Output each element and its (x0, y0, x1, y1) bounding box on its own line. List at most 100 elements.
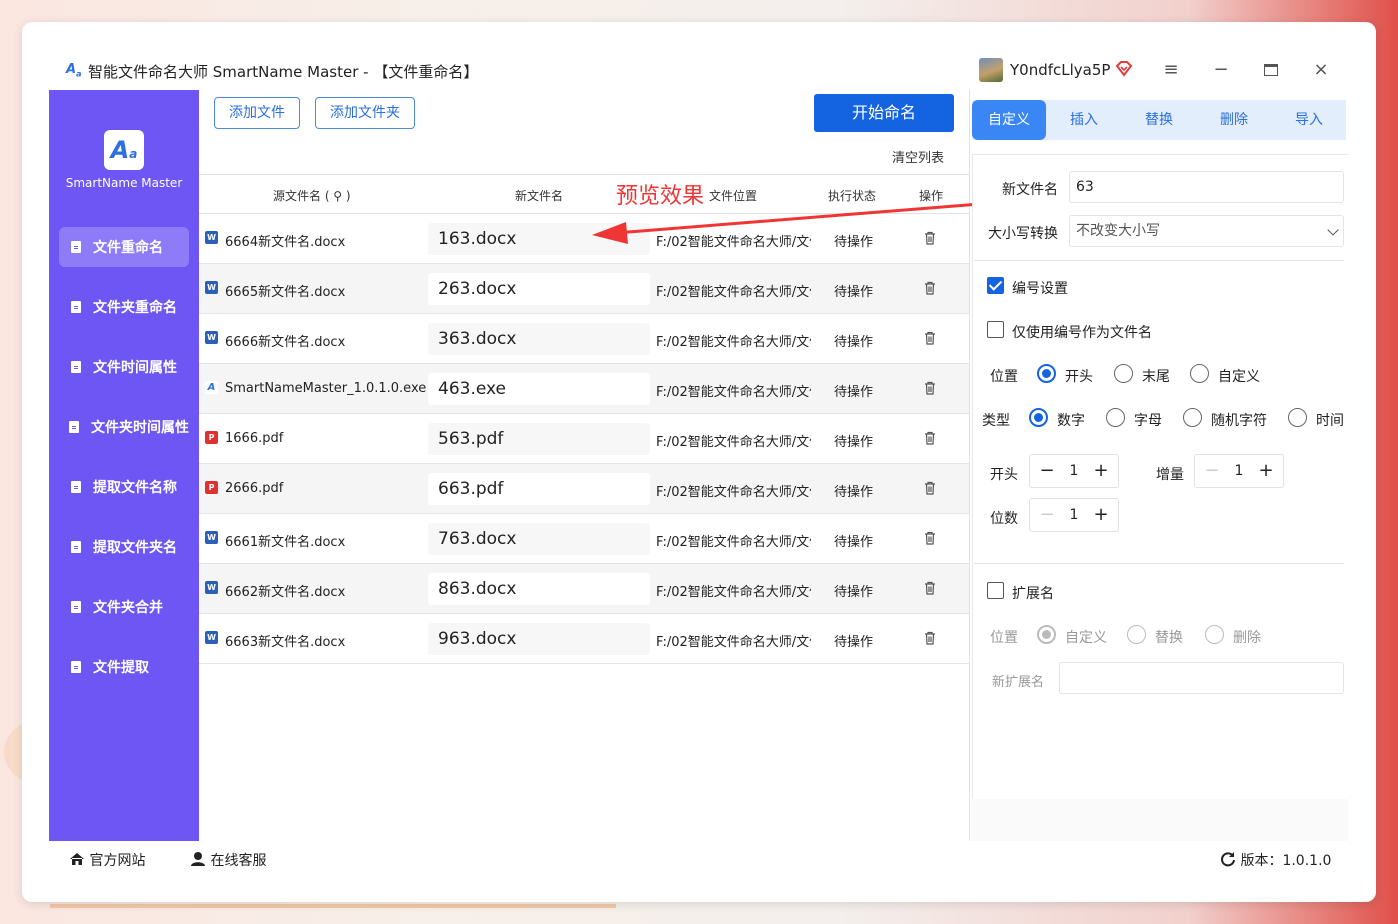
avatar[interactable] (979, 58, 1003, 82)
increment-value[interactable]: 1 (1225, 455, 1253, 487)
trash-icon[interactable] (924, 431, 936, 445)
type-random-radio[interactable] (1183, 408, 1202, 427)
header-source[interactable]: 源文件名 ( ⚲ ) (273, 187, 351, 204)
tab-delete[interactable]: 删除 (1197, 100, 1271, 140)
type-letter-radio[interactable] (1106, 408, 1125, 427)
trash-icon[interactable] (924, 281, 936, 295)
tab-replace[interactable]: 替换 (1122, 100, 1196, 140)
version-info[interactable]: 版本：1.0.1.0 (1220, 850, 1331, 870)
ext-position-delete-radio[interactable] (1205, 625, 1224, 644)
table-row[interactable]: P 1666.pdf 563.pdf F:/02智能文件命名大师/文件, 待操作 (199, 414, 969, 464)
add-folder-button[interactable]: 添加文件夹 (315, 97, 415, 129)
word-icon: W (205, 581, 218, 594)
sidebar-item-folder-merge[interactable]: 文件夹合并 (59, 587, 189, 627)
new-name-cell: 663.pdf (428, 473, 650, 505)
sidebar-item-extract-foldername[interactable]: 提取文件夹名 (59, 527, 189, 567)
table-row[interactable]: W 6662新文件名.docx 863.docx F:/02智能文件命名大师/文… (199, 564, 969, 614)
start-stepper[interactable]: − 1 + (1029, 454, 1119, 488)
location-cell: F:/02智能文件命名大师/文件, (656, 335, 811, 350)
table-row[interactable]: A SmartNameMaster_1.0.1.0.exe 463.exe F:… (199, 364, 969, 414)
status-cell: 待操作 (834, 385, 874, 400)
source-name: 6663新文件名.docx (225, 635, 346, 650)
plus-icon[interactable]: + (1086, 455, 1116, 487)
new-name-cell: 263.docx (428, 273, 650, 305)
trash-icon[interactable] (924, 631, 936, 645)
close-icon[interactable]: × (1309, 58, 1333, 82)
trash-icon[interactable] (924, 381, 936, 395)
sidebar-item-folder-time[interactable]: 文件夹时间属性 (59, 407, 189, 447)
minimize-icon[interactable]: − (1209, 58, 1233, 82)
username[interactable]: Y0ndfcLlya5P (1010, 61, 1110, 79)
ext-position-custom-radio[interactable] (1037, 625, 1056, 644)
plus-icon[interactable]: + (1251, 455, 1281, 487)
digits-stepper[interactable]: − 1 + (1029, 498, 1119, 532)
website-link[interactable]: 官方网站 (69, 850, 145, 870)
only-number-checkbox[interactable] (987, 321, 1004, 338)
sidebar-item-file-rename[interactable]: 文件重命名 (59, 227, 189, 267)
case-label: 大小写转换 (988, 226, 1058, 242)
add-file-button[interactable]: 添加文件 (214, 97, 300, 129)
position-start-radio[interactable] (1037, 364, 1056, 383)
table-row[interactable]: P 2666.pdf 663.pdf F:/02智能文件命名大师/文件, 待操作 (199, 464, 969, 514)
menu-icon[interactable]: ≡ (1159, 58, 1183, 82)
new-name-input[interactable]: 63 (1069, 171, 1344, 203)
ext-position-custom-label: 自定义 (1065, 630, 1107, 646)
clear-list-button[interactable]: 清空列表 (892, 147, 944, 166)
tab-custom[interactable]: 自定义 (972, 100, 1046, 140)
minus-icon[interactable]: − (1032, 499, 1062, 531)
type-time-radio[interactable] (1288, 408, 1307, 427)
sidebar-item-extract-filename[interactable]: 提取文件名称 (59, 467, 189, 507)
plus-icon[interactable]: + (1086, 499, 1116, 531)
type-number-radio[interactable] (1029, 408, 1048, 427)
support-link[interactable]: 在线客服 (190, 850, 266, 870)
file-icon (71, 661, 81, 673)
trash-icon[interactable] (924, 481, 936, 495)
digits-value[interactable]: 1 (1060, 499, 1088, 531)
sidebar-item-file-extract[interactable]: 文件提取 (59, 647, 189, 687)
source-name: 6666新文件名.docx (225, 335, 346, 350)
table-row[interactable]: W 6661新文件名.docx 763.docx F:/02智能文件命名大师/文… (199, 514, 969, 564)
minus-icon[interactable]: − (1032, 455, 1062, 487)
file-icon (71, 481, 81, 493)
file-icon (71, 361, 81, 373)
maximize-icon[interactable] (1259, 58, 1283, 82)
position-end-radio[interactable] (1114, 364, 1133, 383)
status-cell: 待操作 (834, 335, 874, 350)
case-select[interactable]: 不改变大小写 (1069, 215, 1344, 247)
status-cell: 待操作 (834, 485, 874, 500)
new-ext-input[interactable] (1059, 662, 1344, 694)
sidebar-item-file-time[interactable]: 文件时间属性 (59, 347, 189, 387)
background-line (50, 904, 616, 908)
source-name: 6665新文件名.docx (225, 285, 346, 300)
annotation-arrow-icon (592, 200, 1006, 244)
sidebar-item-label: 文件时间属性 (93, 360, 177, 376)
app-window: Aa 智能文件命名大师 SmartName Master - 【文件重命名】 Y… (22, 22, 1376, 902)
sidebar-item-label: 文件提取 (93, 660, 149, 676)
trash-icon[interactable] (924, 531, 936, 545)
table-row[interactable]: W 6666新文件名.docx 363.docx F:/02智能文件命名大师/文… (199, 314, 969, 364)
ext-position-replace-radio[interactable] (1127, 625, 1146, 644)
numbering-checkbox[interactable] (987, 277, 1004, 294)
start-rename-button[interactable]: 开始命名 (814, 94, 954, 132)
type-label: 类型 (982, 413, 1010, 429)
word-icon: W (205, 531, 218, 544)
trash-icon[interactable] (924, 581, 936, 595)
increment-stepper[interactable]: − 1 + (1194, 454, 1284, 488)
logo-text: SmartName Master (65, 176, 183, 190)
sidebar-item-folder-rename[interactable]: 文件夹重命名 (59, 287, 189, 327)
header-new-name: 新文件名 (515, 189, 564, 203)
file-icon (71, 541, 81, 553)
app-logo-icon: Aa (104, 130, 144, 170)
tab-import[interactable]: 导入 (1272, 100, 1346, 140)
ext-position-delete-label: 删除 (1233, 630, 1261, 646)
table-row[interactable]: W 6663新文件名.docx 963.docx F:/02智能文件命名大师/文… (199, 614, 969, 664)
vip-diamond-icon[interactable] (1114, 59, 1134, 79)
tab-insert[interactable]: 插入 (1047, 100, 1121, 140)
new-name-cell: 763.docx (428, 523, 650, 555)
trash-icon[interactable] (924, 331, 936, 345)
website-label: 官方网站 (89, 853, 146, 869)
position-custom-radio[interactable] (1190, 364, 1209, 383)
minus-icon[interactable]: − (1197, 455, 1227, 487)
extension-checkbox[interactable] (987, 582, 1004, 599)
start-value[interactable]: 1 (1060, 455, 1088, 487)
